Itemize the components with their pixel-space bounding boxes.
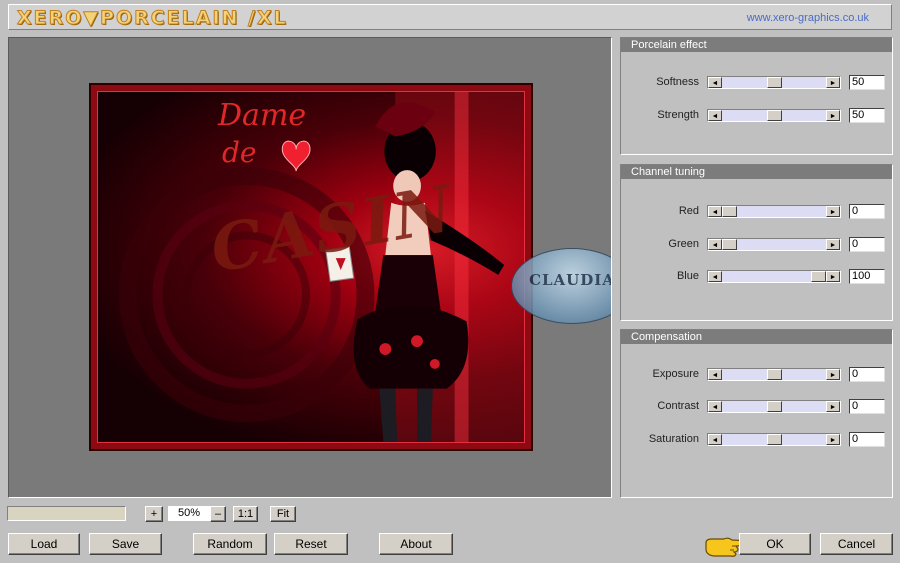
zoom-fit-button[interactable]: Fit [270, 506, 296, 522]
param-label: Saturation [648, 433, 699, 445]
param-row-exposure: Exposure ◄ ► 0 [621, 366, 892, 384]
slider-right-arrow-icon[interactable]: ► [826, 271, 840, 282]
param-row-saturation: Saturation ◄ ► 0 [621, 431, 892, 449]
panel-porcelain-effect: Porcelain effect Softness ◄ ► 50 Strengt… [620, 37, 893, 155]
app-logo: XERO▼PORCELAIN /XL [17, 7, 288, 30]
overlay-text-dame: Dame [218, 98, 307, 133]
zoom-level: 50% [168, 506, 210, 521]
panel-title: Channel tuning [621, 165, 892, 179]
param-row-red: Red ◄ ► 0 [621, 203, 892, 221]
panel-channel-tuning: Channel tuning Red ◄ ► 0 Green ◄ ► 0 Blu… [620, 164, 893, 321]
red-slider[interactable]: ◄ ► [707, 205, 841, 218]
param-label: Contrast [657, 400, 699, 412]
title-bar: XERO▼PORCELAIN /XL www.xero-graphics.co.… [8, 4, 892, 30]
param-label: Exposure [652, 368, 699, 380]
param-row-softness: Softness ◄ ► 50 [621, 74, 892, 92]
contrast-value-field[interactable]: 0 [849, 399, 885, 414]
contrast-slider[interactable]: ◄ ► [707, 400, 841, 413]
zoom-in-button[interactable]: + [145, 506, 163, 522]
cancel-button[interactable]: Cancel [820, 533, 893, 555]
preview-image: Dame de CASIN [89, 83, 533, 451]
param-row-green: Green ◄ ► 0 [621, 236, 892, 254]
param-row-blue: Blue ◄ ► 100 [621, 268, 892, 286]
slider-left-arrow-icon[interactable]: ◄ [708, 239, 722, 250]
green-slider[interactable]: ◄ ► [707, 238, 841, 251]
param-label: Blue [676, 270, 699, 282]
watermark-text: CLAUDIA [529, 271, 612, 289]
blue-value-field[interactable]: 100 [849, 269, 885, 284]
slider-thumb[interactable] [766, 77, 782, 88]
panel-compensation: Compensation Exposure ◄ ► 0 Contrast ◄ ►… [620, 329, 893, 498]
slider-thumb[interactable] [766, 369, 782, 380]
status-field [7, 506, 126, 521]
slider-left-arrow-icon[interactable]: ◄ [708, 206, 722, 217]
slider-thumb[interactable] [766, 401, 782, 412]
param-label: Strength [657, 109, 699, 121]
exposure-slider[interactable]: ◄ ► [707, 368, 841, 381]
slider-right-arrow-icon[interactable]: ► [826, 434, 840, 445]
random-button[interactable]: Random [193, 533, 267, 555]
blue-slider[interactable]: ◄ ► [707, 270, 841, 283]
preview-canvas[interactable]: Dame de CASIN CLAUDIA [8, 37, 612, 498]
strength-slider[interactable]: ◄ ► [707, 109, 841, 122]
preview-image-content: Dame de CASIN [97, 91, 525, 443]
param-label: Red [678, 205, 699, 217]
save-button[interactable]: Save [89, 533, 162, 555]
slider-left-arrow-icon[interactable]: ◄ [708, 401, 722, 412]
panel-title: Compensation [621, 330, 892, 344]
softness-slider[interactable]: ◄ ► [707, 76, 841, 89]
slider-right-arrow-icon[interactable]: ► [826, 110, 840, 121]
param-row-strength: Strength ◄ ► 50 [621, 107, 892, 125]
slider-left-arrow-icon[interactable]: ◄ [708, 369, 722, 380]
website-link[interactable]: www.xero-graphics.co.uk [747, 12, 869, 24]
saturation-slider[interactable]: ◄ ► [707, 433, 841, 446]
slider-thumb[interactable] [766, 434, 782, 445]
ok-button[interactable]: OK [739, 533, 811, 555]
slider-thumb[interactable] [722, 239, 737, 250]
softness-value-field[interactable]: 50 [849, 75, 885, 90]
slider-right-arrow-icon[interactable]: ► [826, 206, 840, 217]
saturation-value-field[interactable]: 0 [849, 432, 885, 447]
load-button[interactable]: Load [8, 533, 80, 555]
overlay-text-de: de [222, 136, 257, 169]
slider-thumb[interactable] [811, 271, 826, 282]
exposure-value-field[interactable]: 0 [849, 367, 885, 382]
param-row-contrast: Contrast ◄ ► 0 [621, 398, 892, 416]
reset-button[interactable]: Reset [274, 533, 348, 555]
strength-value-field[interactable]: 50 [849, 108, 885, 123]
slider-left-arrow-icon[interactable]: ◄ [708, 434, 722, 445]
panel-title: Porcelain effect [621, 38, 892, 52]
slider-left-arrow-icon[interactable]: ◄ [708, 77, 722, 88]
slider-left-arrow-icon[interactable]: ◄ [708, 271, 722, 282]
zoom-actual-size-button[interactable]: 1:1 [233, 506, 258, 522]
param-label: Softness [656, 76, 699, 88]
slider-right-arrow-icon[interactable]: ► [826, 369, 840, 380]
slider-thumb[interactable] [766, 110, 782, 121]
slider-right-arrow-icon[interactable]: ► [826, 239, 840, 250]
slider-left-arrow-icon[interactable]: ◄ [708, 110, 722, 121]
slider-right-arrow-icon[interactable]: ► [826, 401, 840, 412]
slider-right-arrow-icon[interactable]: ► [826, 77, 840, 88]
green-value-field[interactable]: 0 [849, 237, 885, 252]
zoom-out-button[interactable]: – [210, 506, 226, 522]
red-value-field[interactable]: 0 [849, 204, 885, 219]
param-label: Green [668, 238, 699, 250]
about-button[interactable]: About [379, 533, 453, 555]
slider-thumb[interactable] [722, 206, 737, 217]
